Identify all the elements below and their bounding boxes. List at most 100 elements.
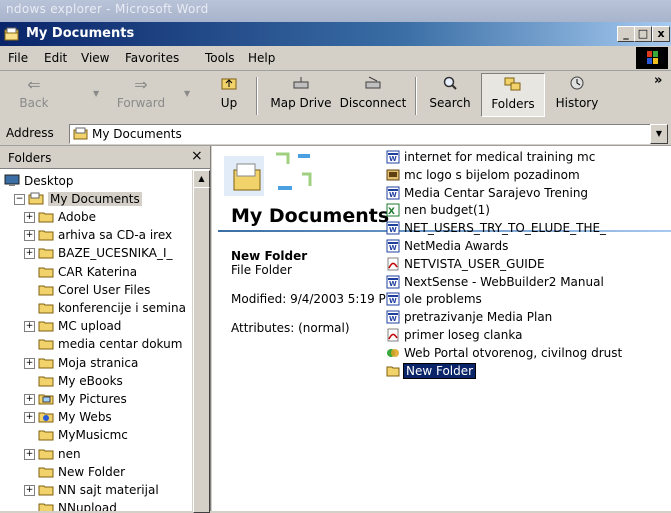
forward-arrow-icon: ⇒	[134, 75, 148, 94]
image-file-icon	[386, 169, 400, 181]
forward-dropdown-icon[interactable]: ▼	[184, 89, 190, 98]
file-item[interactable]: W NET_USERS_TRY_TO_ELUDE_THE_	[386, 221, 606, 235]
scroll-up-arrow-icon[interactable]: ▲	[193, 170, 210, 188]
expand-icon[interactable]: +	[24, 212, 35, 223]
window-titlebar[interactable]: My Documents _ □ x	[0, 22, 671, 46]
expand-icon[interactable]: +	[24, 394, 35, 405]
tree-item-label: Desktop	[24, 174, 74, 188]
expand-icon[interactable]: +	[24, 448, 35, 460]
back-dropdown-icon[interactable]: ▼	[93, 89, 99, 98]
tree-item-label: nen	[58, 446, 81, 461]
expand-icon[interactable]: +	[24, 321, 35, 333]
file-item[interactable]: Wole problems	[386, 292, 482, 306]
background-window-title: ndows explorer - Microsoft Word	[6, 2, 209, 16]
file-name: New Folder	[402, 362, 477, 379]
toolbar-more-chevron-icon[interactable]: »	[654, 73, 662, 88]
tree-item-label: Moja stranica	[58, 355, 139, 370]
folders-pane-close-icon[interactable]: ×	[191, 148, 203, 164]
file-name: Web Portal otvorenog, civilnog drust	[404, 345, 623, 360]
disconnect-button[interactable]: Disconnect	[338, 75, 408, 110]
file-item[interactable]: W NetMedia Awards	[386, 239, 509, 253]
menu-view[interactable]: View	[81, 51, 109, 65]
close-button[interactable]: x	[652, 26, 670, 42]
my-documents-small-icon	[73, 127, 88, 140]
tree-item-label: NN sajt materijal	[58, 483, 159, 497]
up-label: Up	[220, 96, 238, 110]
back-arrow-icon: ⇐	[27, 75, 41, 94]
folder-icon	[38, 430, 54, 441]
address-input[interactable]: My Documents	[69, 124, 654, 144]
tree-item-label: Adobe	[58, 210, 96, 224]
history-button[interactable]: History	[551, 75, 603, 110]
pdf-icon	[387, 328, 399, 342]
search-icon	[443, 76, 457, 90]
file-name: pretrazivanje Media Plan	[404, 310, 553, 325]
up-button[interactable]: Up	[214, 75, 244, 110]
menu-tools[interactable]: Tools	[205, 51, 235, 65]
file-item[interactable]: Winternet for medical training mc	[386, 150, 596, 164]
menu-help[interactable]: Help	[248, 51, 275, 65]
expand-icon[interactable]: +	[24, 230, 35, 242]
tree-item-label: MyMusicmc	[58, 428, 128, 443]
file-name: internet for medical training mc	[404, 150, 596, 164]
file-name: Media Centar Sarajevo Trening	[404, 185, 589, 200]
file-item[interactable]: Web Portal otvorenog, civilnog drust	[387, 345, 623, 360]
collapse-icon[interactable]: −	[14, 194, 25, 205]
file-item[interactable]: W NextSense - WebBuilder2 Manual	[386, 275, 604, 289]
minimize-button[interactable]: _	[617, 26, 635, 42]
word-doc-icon: W	[386, 150, 400, 164]
file-item[interactable]: mc logo s bijelom pozadinom	[386, 168, 580, 182]
folder-tree: Desktop − My Documents + Adobe + arhiva sa …	[0, 172, 192, 511]
desktop-icon	[4, 174, 20, 186]
windows-logo-icon	[636, 47, 668, 69]
menu-edit[interactable]: Edit	[44, 51, 67, 65]
background-window-titlebar[interactable]: ndows explorer - Microsoft Word	[0, 0, 671, 22]
file-item[interactable]: NETVISTA_USER_GUIDE	[387, 257, 545, 271]
selected-item-name: New Folder	[231, 249, 308, 263]
forward-button[interactable]: ⇒ Forward	[113, 75, 169, 110]
word-doc-icon: W	[386, 292, 400, 306]
maximize-button[interactable]: □	[634, 26, 652, 42]
back-button[interactable]: ⇐ Back	[14, 75, 54, 110]
history-label: History	[555, 96, 599, 110]
svg-text:W: W	[389, 280, 397, 288]
selected-item-modified: Modified: 9/4/2003 5:19 PM	[231, 292, 397, 306]
file-item-selected[interactable]: New Folder	[386, 362, 477, 379]
folder-icon	[38, 467, 54, 478]
svg-text:W: W	[389, 191, 397, 199]
folders-toggle-button[interactable]: Folders	[481, 73, 545, 117]
tree-item-label: My eBooks	[58, 373, 123, 388]
tree-item-label: media centar dokum	[58, 337, 183, 352]
folder-icon	[38, 503, 54, 511]
search-button[interactable]: Search	[425, 75, 475, 110]
file-item[interactable]: W Media Centar Sarajevo Trening	[386, 185, 589, 200]
word-doc-icon: W	[386, 275, 400, 289]
address-label: Address	[6, 126, 54, 140]
folders-icon	[504, 77, 521, 91]
scroll-thumb[interactable]	[193, 187, 210, 513]
expand-icon[interactable]: +	[24, 357, 35, 369]
menu-file[interactable]: File	[8, 51, 28, 65]
file-item[interactable]: primer loseg clanka	[387, 328, 522, 342]
map-drive-icon	[293, 77, 309, 89]
tree-item-label: konferencije i semina	[58, 301, 186, 315]
folder-icon	[38, 248, 54, 259]
window-title: My Documents	[26, 26, 135, 41]
expand-icon[interactable]: +	[24, 412, 35, 424]
folder-icon	[38, 285, 54, 296]
file-item[interactable]: Wpretrazivanje Media Plan	[386, 310, 553, 325]
tree-item-label: BAZE_UCESNIKA_I_	[58, 246, 173, 261]
map-drive-button[interactable]: Map Drive	[266, 75, 336, 110]
expand-icon[interactable]: +	[24, 485, 35, 496]
address-dropdown-icon[interactable]: ▼	[650, 124, 668, 144]
folder-icon	[38, 449, 54, 460]
map-drive-label: Map Drive	[270, 96, 332, 110]
disconnect-drive-icon	[365, 76, 381, 89]
menu-favorites[interactable]: Favorites	[125, 51, 179, 65]
folder-up-icon	[221, 78, 237, 90]
file-item[interactable]: Xnen budget(1)	[386, 203, 490, 217]
svg-text:X: X	[388, 207, 395, 217]
file-name: NetMedia Awards	[404, 239, 509, 253]
expand-icon[interactable]: +	[24, 248, 35, 260]
folder-icon	[38, 267, 54, 278]
